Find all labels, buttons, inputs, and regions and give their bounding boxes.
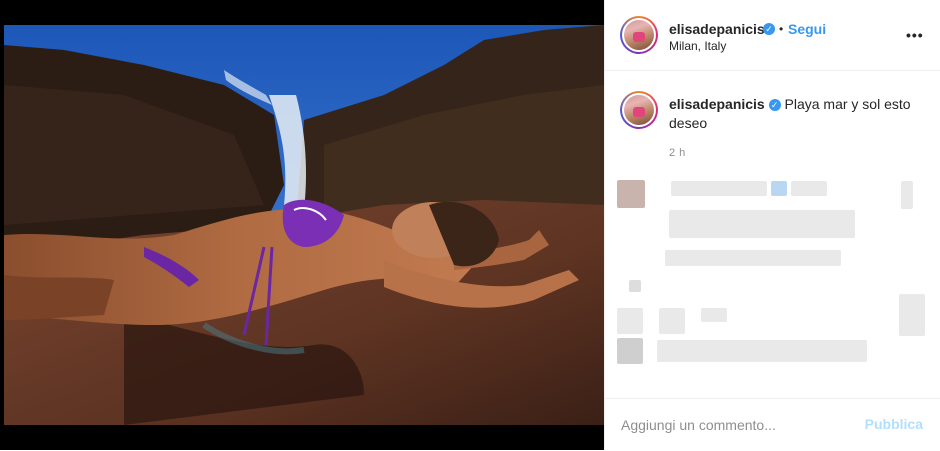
caption-username[interactable]: elisadepanicis bbox=[669, 96, 765, 112]
header-separator: • bbox=[779, 22, 784, 36]
caption-avatar[interactable] bbox=[620, 91, 658, 129]
verified-badge-icon: ✓ bbox=[768, 99, 781, 112]
follow-button[interactable]: Segui bbox=[788, 21, 826, 37]
publish-button[interactable]: Pubblica bbox=[865, 416, 923, 432]
comment-input[interactable] bbox=[621, 415, 841, 435]
post-header: elisadepanicis ✓ • Segui Milan, Italy ••… bbox=[605, 0, 940, 71]
post-side-panel: elisadepanicis ✓ • Segui Milan, Italy ••… bbox=[604, 0, 940, 450]
comment-avatar-redacted bbox=[617, 180, 645, 208]
comment-redacted bbox=[671, 181, 767, 196]
post-photo-pane[interactable] bbox=[0, 0, 604, 450]
avatar[interactable] bbox=[620, 16, 658, 54]
comment-bar: Pubblica bbox=[605, 398, 940, 451]
caption-avatar-image bbox=[624, 95, 654, 125]
more-options-icon[interactable]: ••• bbox=[906, 27, 924, 43]
verified-badge-icon: ✓ bbox=[763, 23, 775, 35]
caption-timestamp[interactable]: 2 h bbox=[669, 147, 686, 159]
caption: elisadepanicis ✓ Playa mar y sol esto de… bbox=[669, 95, 919, 133]
avatar-image bbox=[624, 20, 654, 50]
location-link[interactable]: Milan, Italy bbox=[669, 39, 726, 53]
post-photo[interactable] bbox=[4, 25, 604, 425]
header-username[interactable]: elisadepanicis bbox=[669, 21, 765, 37]
